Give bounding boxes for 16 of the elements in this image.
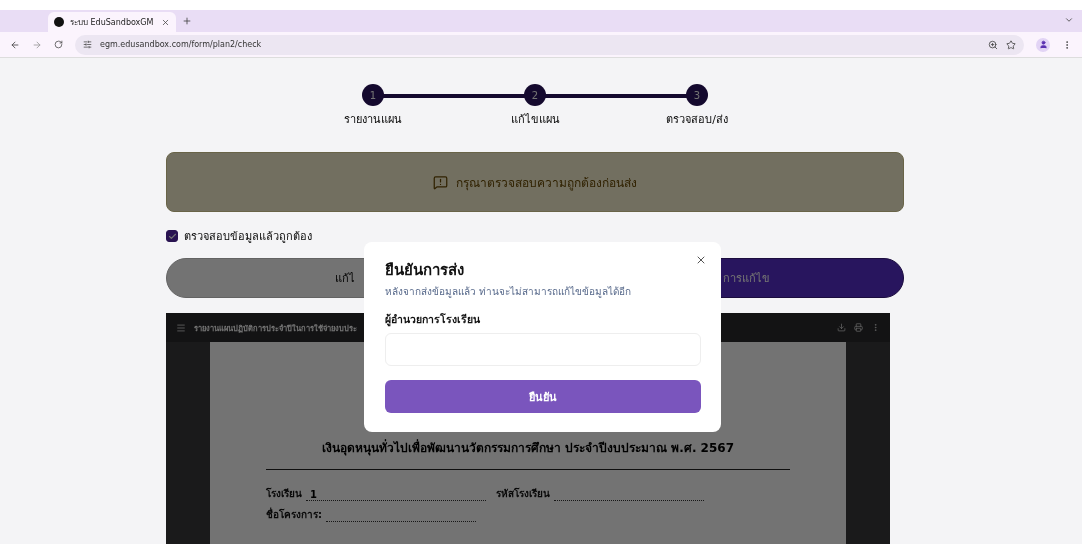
- document-heading: เงินอุดหนุนทั่วไปเพื่อพัฒนานวัตกรรมการศึกษา ประจำปีงบประมาณ พ.ศ. 2567: [320, 438, 736, 457]
- form-label: รหัสโรงเรียน: [496, 487, 550, 501]
- alert-text: กรุณาตรวจสอบความถูกต้องก่อนส่ง: [456, 174, 637, 192]
- step-number: 2: [524, 84, 546, 106]
- dialog-title: ยืนยันการส่ง: [385, 260, 465, 281]
- step-label: รายงานแผน: [344, 112, 402, 128]
- field-label: ผู้อำนวยการโรงเรียน: [385, 312, 481, 328]
- tab-title: ระบบ EduSandboxGM: [70, 16, 155, 29]
- form-label: โรงเรียน: [266, 487, 302, 501]
- step-number: 1: [362, 84, 384, 106]
- step-number: 3: [686, 84, 708, 106]
- form-label: ชื่อโครงการ:: [266, 507, 322, 522]
- fill-in-line: 1: [306, 489, 486, 501]
- url-text: egm.edusandbox.com/form/plan2/check: [100, 40, 263, 49]
- step-label: ตรวจสอบ/ส่ง: [666, 112, 728, 128]
- step-label: แก้ไขแผน: [510, 112, 560, 128]
